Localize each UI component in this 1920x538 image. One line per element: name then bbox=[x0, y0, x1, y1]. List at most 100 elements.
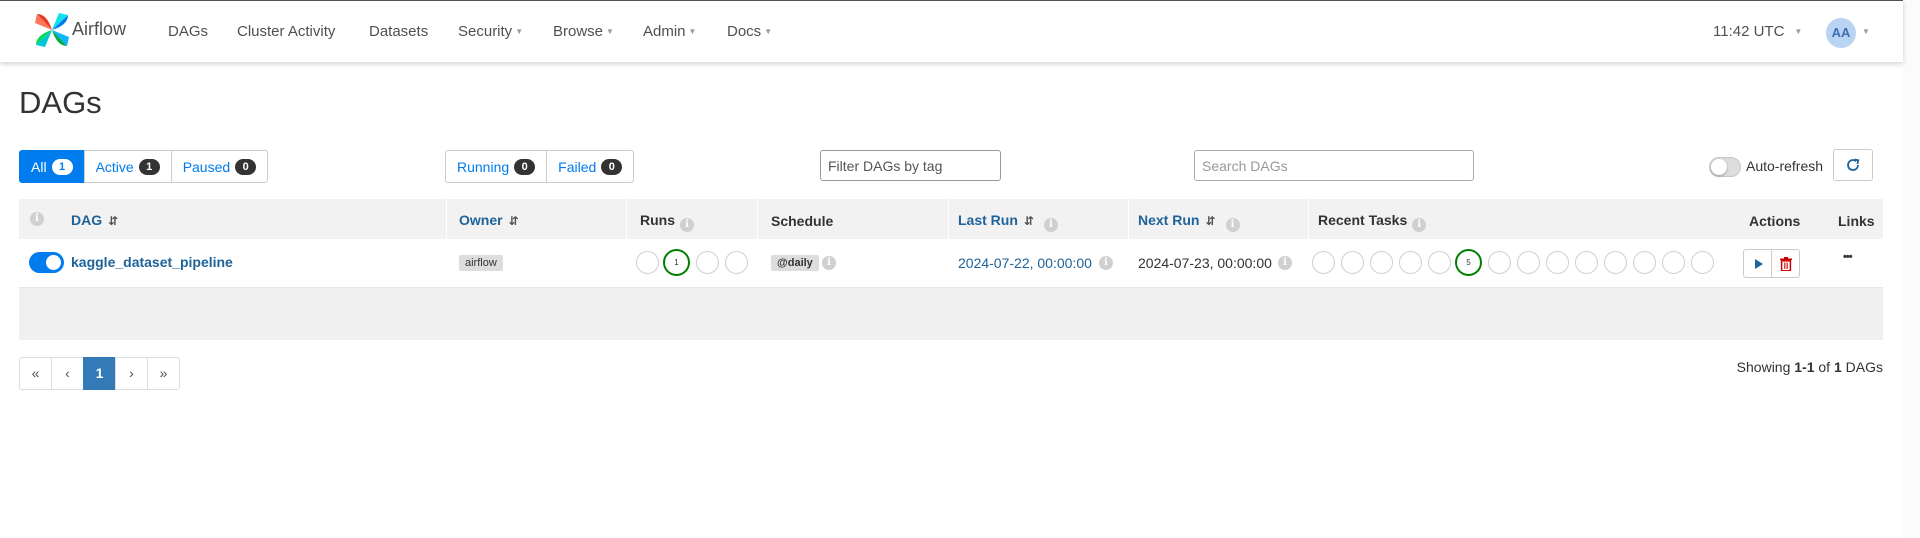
info-icon[interactable]: i bbox=[1278, 256, 1292, 270]
run-status-circle[interactable] bbox=[696, 251, 719, 274]
nav-docs-label: Docs bbox=[727, 23, 762, 40]
refresh-button[interactable] bbox=[1833, 149, 1873, 181]
header-owner[interactable]: Owner ⇵ bbox=[459, 212, 519, 228]
header-last-run[interactable]: Last Run ⇵ i bbox=[958, 212, 1058, 232]
ellipsis-icon[interactable]: ••• bbox=[1843, 251, 1853, 263]
header-recent-tasks-label: Recent Tasks bbox=[1318, 212, 1408, 228]
task-status-circle[interactable] bbox=[1488, 251, 1511, 274]
last-run-link[interactable]: 2024-07-22, 00:00:00 bbox=[958, 255, 1092, 271]
nav-browse[interactable]: Browse ▼ bbox=[553, 23, 614, 40]
nav-dags[interactable]: DAGs bbox=[168, 23, 208, 40]
info-icon[interactable]: i bbox=[30, 212, 44, 226]
sort-icon: ⇵ bbox=[508, 214, 519, 228]
task-status-circle[interactable] bbox=[1428, 251, 1451, 274]
filter-running-button[interactable]: Running 0 bbox=[445, 150, 548, 183]
chevron-down-icon: ▼ bbox=[688, 27, 697, 36]
header-runs: Runs i bbox=[640, 212, 694, 232]
filter-active-button[interactable]: Active 1 bbox=[83, 150, 172, 183]
owner-tag[interactable]: airflow bbox=[459, 255, 503, 271]
task-status-circle[interactable] bbox=[1517, 251, 1540, 274]
user-avatar[interactable]: AA bbox=[1826, 18, 1856, 48]
header-recent-tasks: Recent Tasks i bbox=[1318, 212, 1427, 232]
nav-docs[interactable]: Docs ▼ bbox=[727, 23, 772, 40]
showing-prefix: Showing bbox=[1736, 359, 1795, 375]
nav-datasets-label: Datasets bbox=[369, 23, 429, 40]
page-prev-button[interactable]: ‹ bbox=[51, 357, 84, 390]
info-icon[interactable]: i bbox=[680, 218, 694, 232]
refresh-icon bbox=[1847, 158, 1860, 171]
next-run-value: 2024-07-23, 00:00:00 bbox=[1138, 255, 1272, 271]
task-status-circle[interactable] bbox=[1575, 251, 1598, 274]
schedule-tag[interactable]: @daily bbox=[771, 255, 819, 271]
filter-running-label: Running bbox=[457, 158, 510, 175]
filter-paused-label: Paused bbox=[182, 158, 231, 175]
task-status-circle[interactable] bbox=[1604, 251, 1627, 274]
filter-all-button[interactable]: All 1 bbox=[19, 150, 85, 183]
chevron-down-icon: ▼ bbox=[606, 27, 614, 36]
filter-failed-button[interactable]: Failed 0 bbox=[546, 150, 635, 183]
page-first-button[interactable]: « bbox=[19, 357, 52, 390]
dag-pause-toggle[interactable] bbox=[29, 252, 64, 273]
count-badge: 0 bbox=[601, 158, 623, 175]
utc-clock[interactable]: 11:42 UTC ▼ bbox=[1713, 23, 1802, 40]
airflow-logo[interactable] bbox=[33, 11, 71, 49]
top-navbar: Airflow DAGs Cluster Activity Datasets S… bbox=[0, 0, 1903, 62]
column-divider bbox=[1308, 199, 1309, 239]
dags-table-header: i DAG ⇵ Owner ⇵ Runs i Schedule Last Run ⇵ i … bbox=[19, 199, 1883, 239]
task-status-circle[interactable] bbox=[1312, 251, 1335, 274]
header-next-run[interactable]: Next Run ⇵ i bbox=[1138, 212, 1240, 232]
run-status-circle[interactable]: 1 bbox=[663, 249, 690, 276]
count-badge: 0 bbox=[235, 158, 257, 175]
task-status-circle[interactable] bbox=[1546, 251, 1569, 274]
info-icon[interactable]: i bbox=[1412, 218, 1427, 232]
nav-cluster-activity[interactable]: Cluster Activity bbox=[237, 23, 335, 40]
sort-icon: ⇵ bbox=[1023, 214, 1034, 228]
auto-refresh-label: Auto-refresh bbox=[1746, 158, 1824, 174]
showing-count: Showing 1-1 of 1 DAGs bbox=[1737, 359, 1883, 375]
info-icon[interactable]: i bbox=[1043, 218, 1058, 232]
brand-name[interactable]: Airflow bbox=[72, 19, 126, 40]
chevron-down-icon[interactable]: ▼ bbox=[1862, 27, 1870, 36]
play-icon bbox=[1755, 259, 1763, 269]
count-badge: 1 bbox=[51, 158, 73, 175]
task-status-circle[interactable] bbox=[1662, 251, 1685, 274]
page-title: DAGs bbox=[19, 85, 102, 120]
nav-admin[interactable]: Admin ▼ bbox=[643, 23, 696, 40]
trigger-dag-button[interactable] bbox=[1743, 249, 1772, 278]
filter-paused-button[interactable]: Paused 0 bbox=[170, 150, 269, 183]
info-icon[interactable]: i bbox=[1225, 218, 1240, 232]
delete-dag-button[interactable] bbox=[1771, 249, 1800, 278]
header-last-run-label: Last Run bbox=[958, 212, 1018, 228]
task-status-circle[interactable] bbox=[1691, 251, 1714, 274]
column-divider bbox=[757, 199, 758, 239]
page-next-button[interactable]: › bbox=[115, 357, 148, 390]
run-status-circle[interactable] bbox=[725, 251, 748, 274]
run-filter-group: Running 0 Failed 0 bbox=[445, 150, 635, 183]
run-status-circle[interactable] bbox=[636, 251, 659, 274]
search-dags-input[interactable]: Search DAGs bbox=[1194, 150, 1474, 181]
count-badge: 1 bbox=[138, 158, 160, 175]
header-next-run-label: Next Run bbox=[1138, 212, 1200, 228]
page-current-button[interactable]: 1 bbox=[83, 357, 116, 390]
nav-security-label: Security bbox=[458, 23, 513, 40]
page-last-button[interactable]: » bbox=[147, 357, 180, 390]
task-status-circle[interactable] bbox=[1633, 251, 1656, 274]
task-status-circle[interactable] bbox=[1341, 251, 1364, 274]
nav-security[interactable]: Security ▼ bbox=[458, 23, 523, 40]
column-divider bbox=[626, 199, 627, 239]
filter-active-label: Active bbox=[95, 158, 134, 175]
info-icon[interactable]: i bbox=[1099, 256, 1113, 270]
pagination: « ‹ 1 › » bbox=[19, 357, 180, 390]
scrollbar-track[interactable] bbox=[1903, 0, 1920, 538]
nav-datasets[interactable]: Datasets bbox=[369, 23, 428, 40]
task-status-circle[interactable] bbox=[1399, 251, 1422, 274]
header-dag[interactable]: DAG ⇵ bbox=[71, 212, 118, 228]
auto-refresh-toggle[interactable] bbox=[1709, 157, 1741, 177]
dag-id-link[interactable]: kaggle_dataset_pipeline bbox=[71, 254, 233, 270]
header-actions: Actions bbox=[1749, 213, 1801, 229]
task-status-circle[interactable]: 5 bbox=[1455, 249, 1482, 276]
info-icon[interactable]: i bbox=[822, 256, 836, 270]
task-status-circle[interactable] bbox=[1370, 251, 1393, 274]
nav-cluster-activity-label: Cluster Activity bbox=[237, 23, 336, 40]
tag-filter-input[interactable]: Filter DAGs by tag bbox=[820, 150, 1001, 181]
